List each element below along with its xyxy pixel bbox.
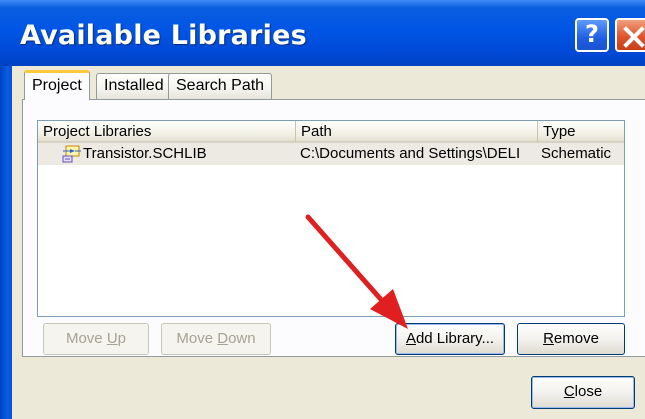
tab-project[interactable]: Project — [24, 70, 90, 100]
available-libraries-dialog: Available Libraries ? Project Installed … — [0, 0, 645, 419]
move-up-button[interactable]: Move Up — [43, 323, 149, 355]
remove-label-rest: emove — [553, 330, 599, 347]
remove-label-accel: R — [543, 330, 554, 347]
title-bar[interactable]: Available Libraries ? — [0, 0, 645, 66]
library-type: Schematic — [541, 145, 612, 162]
move-up-label-rest: p — [117, 330, 127, 347]
move-up-label-accel: U — [106, 330, 118, 347]
remove-button[interactable]: Remove — [517, 323, 625, 355]
column-header-type[interactable]: Type — [538, 121, 624, 143]
library-path: C:\Documents and Settings\DELI — [300, 145, 521, 162]
close-window-button[interactable] — [615, 18, 645, 52]
tab-installed[interactable]: Installed — [96, 73, 172, 99]
help-button[interactable]: ? — [575, 18, 609, 52]
annotation-arrow-icon — [305, 214, 408, 329]
close-label-accel: C — [563, 383, 575, 400]
move-down-label-accel: D — [217, 330, 229, 347]
schematic-library-icon — [62, 145, 82, 170]
column-header-path[interactable]: Path — [296, 121, 538, 143]
move-down-label-part: Move — [176, 330, 218, 347]
close-label-rest: lose — [574, 383, 603, 400]
move-down-label-rest: own — [228, 330, 256, 347]
move-up-label-part: Move — [65, 330, 107, 347]
close-button[interactable]: Close — [531, 376, 635, 409]
help-icon: ? — [585, 20, 599, 48]
add-library-label-rest: dd Library... — [415, 330, 495, 347]
library-name: Transistor.SCHLIB — [83, 145, 207, 162]
close-icon — [623, 26, 645, 48]
move-down-button[interactable]: Move Down — [161, 323, 271, 355]
tab-search-path[interactable]: Search Path — [168, 73, 273, 99]
list-item[interactable]: Transistor.SCHLIB C:\Documents and Setti… — [38, 143, 624, 165]
column-header-project-libraries[interactable]: Project Libraries — [38, 121, 296, 143]
window-frame-left — [0, 66, 12, 419]
window-title: Available Libraries — [20, 20, 307, 51]
